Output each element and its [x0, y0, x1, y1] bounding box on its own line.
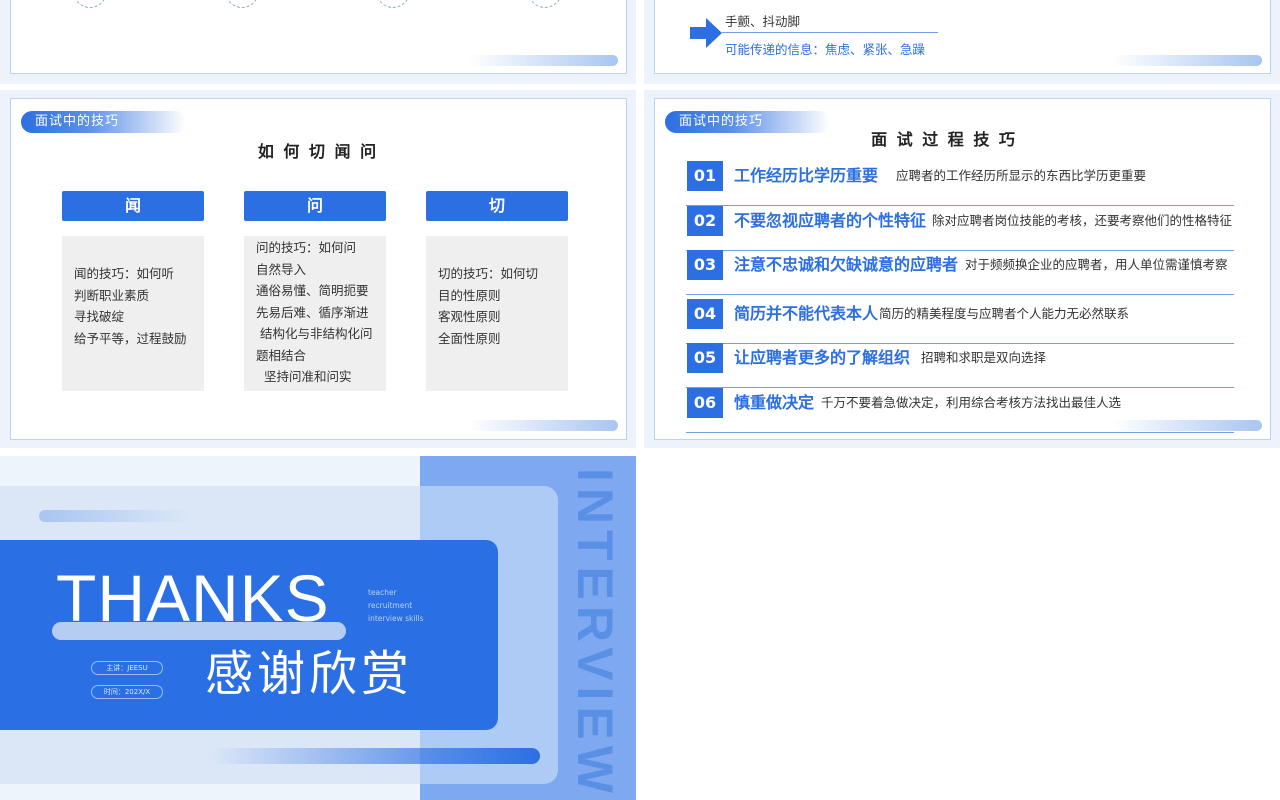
- tip-desc: 对于频频换企业的应聘者，用人单位需谨慎考察: [965, 257, 1228, 272]
- tip-row: 01 工作经历比学历重要 应聘者的工作经历所显示的东西比学历更重要: [686, 161, 1234, 206]
- tip-title: 让应聘者更多的了解组织: [734, 348, 911, 367]
- tip-row: 03 注意不忠诚和欠缺诚意的应聘者 对于频频换企业的应聘者，用人单位需谨慎考察: [686, 250, 1234, 295]
- small-line: recruitment: [368, 601, 413, 610]
- tip-desc: 除对应聘者岗位技能的考核，还要考察他们的性格特征: [932, 213, 1233, 228]
- tip-number: 05: [687, 343, 723, 373]
- tip-desc: 千万不要着急做决定，利用综合考核方法找出最佳人选: [821, 395, 1122, 410]
- decorative-bar: [468, 420, 618, 431]
- column-head-qie: 切: [426, 191, 568, 221]
- slide-top-left: [0, 0, 636, 84]
- tip-title: 慎重做决定: [734, 393, 815, 412]
- time-pill: 时间：202X/X: [91, 685, 163, 699]
- tip-desc: 应聘者的工作经历所显示的东西比学历更重要: [896, 168, 1147, 183]
- tip-title: 注意不忠诚和欠缺诚意的应聘者: [734, 255, 959, 274]
- column-head-wen2: 问: [244, 191, 386, 221]
- tip-number: 01: [687, 161, 723, 191]
- tip-title: 工作经历比学历重要: [734, 166, 879, 185]
- column-body-wen: 闻的技巧：如何听 判断职业素质 寻找破绽 给予平等，过程鼓励: [62, 236, 204, 391]
- gesture-text: 手颤、抖动脚: [725, 14, 801, 29]
- tip-number: 04: [687, 299, 723, 329]
- tip-number: 06: [687, 388, 723, 418]
- small-line: interview skills: [368, 614, 424, 623]
- tip-number: 02: [687, 206, 723, 236]
- tip-title: 不要忽视应聘者的个性特征: [734, 211, 927, 230]
- slide-title: 面 试 过 程 技 巧: [871, 130, 1017, 149]
- small-line: teacher: [368, 588, 397, 597]
- speaker-pill: 主讲：JEESU: [91, 661, 163, 675]
- signal-text: 可能传递的信息：焦虑、紧张、急躁: [725, 42, 926, 57]
- column-body-qie: 切的技巧：如何切 目的性原则 客观性原则 全面性原则: [426, 236, 568, 391]
- tip-row: 04 简历并不能代表本人 简历的精美程度与应聘者个人能力无必然联系: [686, 299, 1234, 344]
- divider-line: [722, 32, 938, 33]
- bottom-bar: [210, 748, 540, 764]
- tip-row: 02 不要忽视应聘者的个性特征 除对应聘者岗位技能的考核，还要考察他们的性格特征: [686, 206, 1234, 251]
- slide-thanks: THANKS 感谢欣赏 teacher recruitment intervie…: [0, 456, 636, 800]
- column-head-wen: 闻: [62, 191, 204, 221]
- tip-row: 05 让应聘者更多的了解组织 招聘和求职是双向选择: [686, 343, 1234, 388]
- subtitle: 感谢欣赏: [205, 646, 414, 702]
- slide-top-right: 手颤、抖动脚 可能传递的信息：焦虑、紧张、急躁: [644, 0, 1280, 84]
- section-tag: 面试中的技巧: [21, 111, 186, 133]
- slide-title: 如 何 切 闻 问: [257, 142, 379, 161]
- decorative-bar: [468, 55, 618, 66]
- decorative-bar: [39, 510, 189, 522]
- tip-desc: 招聘和求职是双向选择: [921, 350, 1047, 365]
- empty-area: [636, 448, 1280, 800]
- tip-row: 06 慎重做决定 千万不要着急做决定，利用综合考核方法找出最佳人选: [686, 388, 1234, 433]
- column-body-wen2: 问的技巧：如何问 自然导入 通俗易懂、简明扼要 先易后难、循序渐进 结构化与非结…: [244, 236, 386, 391]
- tip-number: 03: [687, 250, 723, 280]
- decorative-bar: [1112, 55, 1262, 66]
- tip-desc: 简历的精美程度与应聘者个人能力无必然联系: [879, 306, 1130, 321]
- tip-title: 简历并不能代表本人: [734, 304, 879, 323]
- arrow-right-icon: [690, 18, 722, 48]
- thanks-title: THANKS: [56, 561, 330, 635]
- side-word: INTERVIEW: [567, 468, 623, 799]
